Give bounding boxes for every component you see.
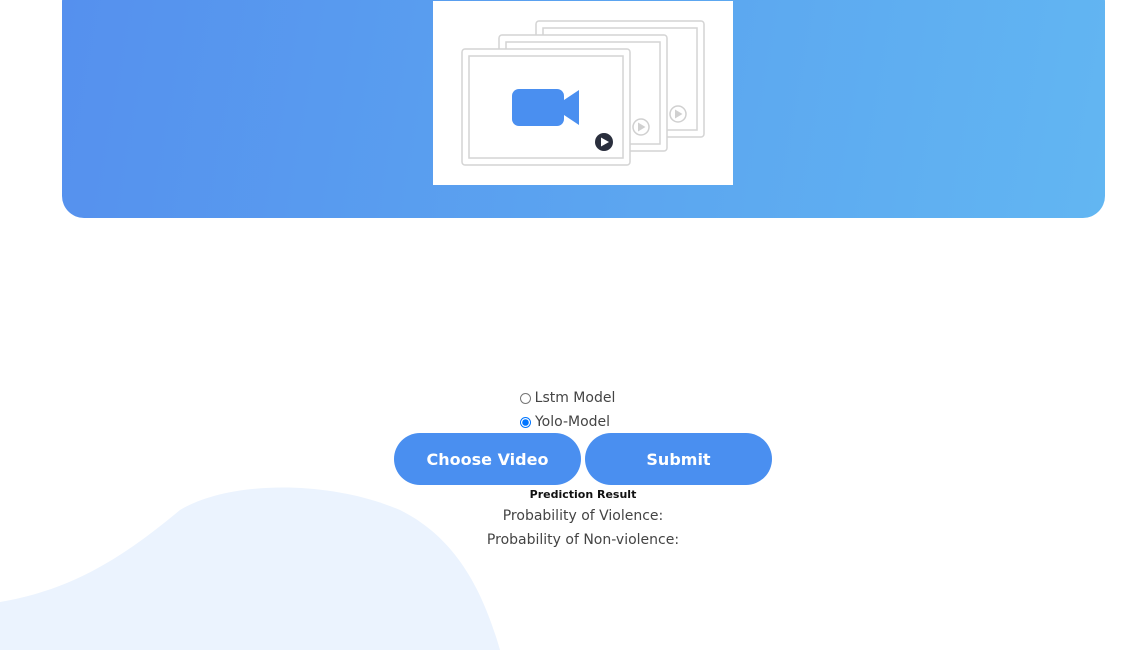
radio-option-yolo[interactable]: Yolo-Model (0, 410, 1130, 434)
action-buttons: Choose Video Submit (394, 433, 772, 485)
video-preview[interactable] (433, 1, 733, 185)
yolo-model-label: Yolo-Model (534, 414, 611, 430)
video-preview-illustration (461, 20, 705, 166)
lstm-model-label: Lstm Model (534, 390, 616, 406)
violence-probability: Probability of Violence: (502, 508, 664, 524)
yolo-model-radio[interactable] (519, 416, 531, 428)
prediction-result: Prediction Result Probability of Violenc… (0, 486, 1130, 552)
play-icon (595, 133, 613, 151)
submit-button[interactable]: Submit (585, 433, 772, 485)
nonviolence-probability: Probability of Non-violence: (486, 532, 680, 548)
lstm-model-radio[interactable] (519, 392, 531, 404)
model-selector: Lstm Model Yolo-Model (0, 386, 1130, 434)
radio-option-lstm[interactable]: Lstm Model (0, 386, 1130, 410)
choose-video-button[interactable]: Choose Video (394, 433, 581, 485)
prediction-result-title: Prediction Result (529, 488, 637, 501)
